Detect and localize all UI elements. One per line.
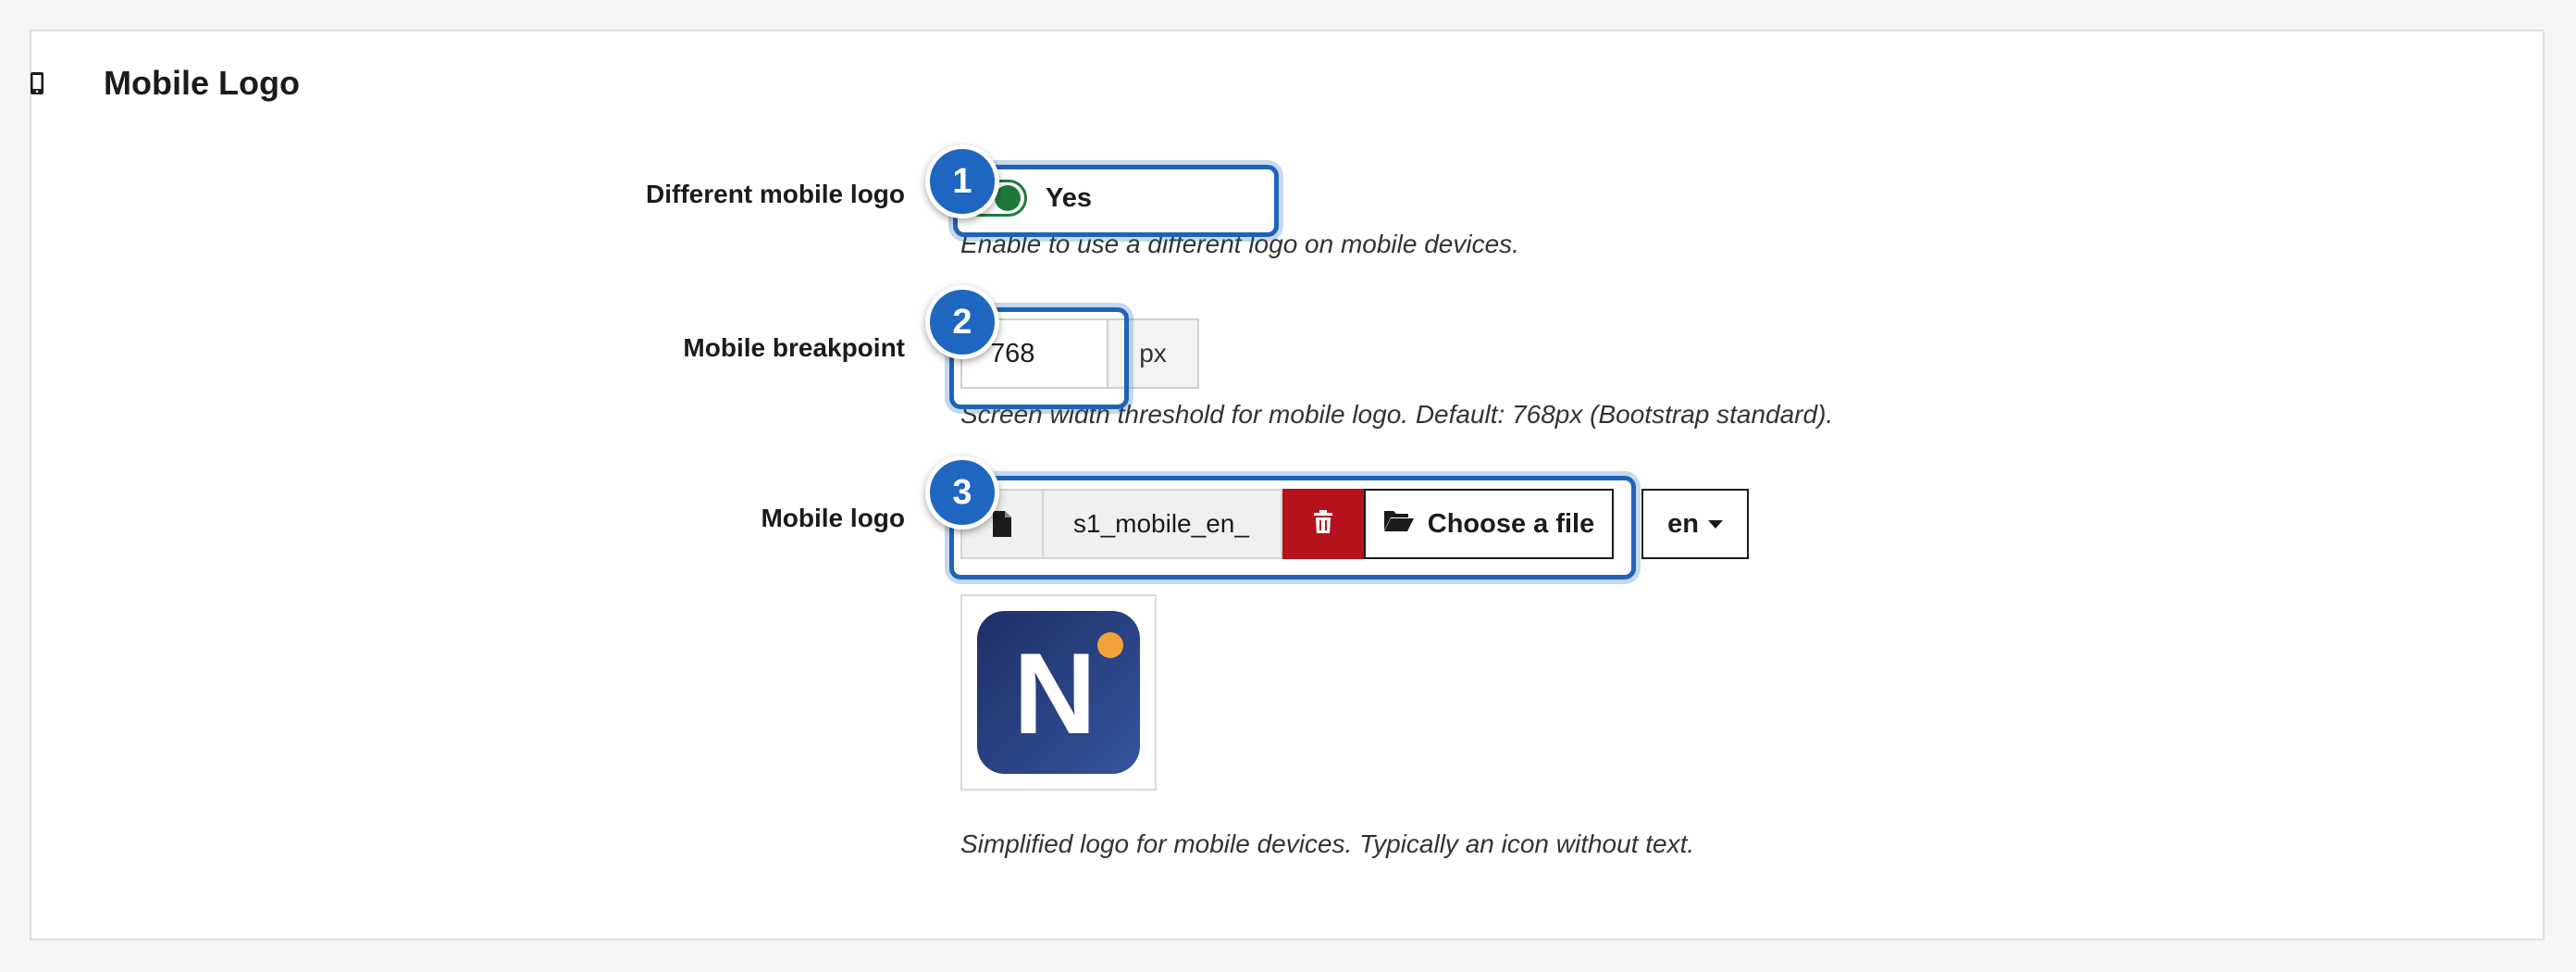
toggle-knob	[995, 185, 1021, 211]
mobile-logo-help: Simplified logo for mobile devices. Typi…	[960, 829, 1695, 858]
mobile-logo-panel	[30, 30, 2545, 941]
trash-icon	[1313, 509, 1333, 539]
mobile-phone-icon	[30, 65, 59, 102]
annotation-badge-1: 1	[925, 144, 999, 218]
breakpoint-unit-addon: px	[1108, 318, 1199, 389]
annotation-badge-2: 2	[925, 285, 999, 359]
section-title: Mobile Logo	[104, 64, 300, 102]
mobile-logo-file-group: s1_mobile_en_ Choose a file	[960, 489, 1614, 559]
folder-open-icon	[1383, 508, 1428, 540]
language-dropdown[interactable]: en	[1641, 489, 1749, 559]
mobile-logo-label: Mobile logo	[761, 504, 905, 532]
logo-dot	[1097, 632, 1123, 658]
choose-file-label: Choose a file	[1427, 508, 1595, 539]
annotation-badge-3: 3	[925, 455, 999, 530]
n-logo-image: N	[977, 611, 1140, 774]
mobile-breakpoint-label: Mobile breakpoint	[683, 333, 905, 362]
delete-file-button[interactable]	[1282, 489, 1364, 559]
different-mobile-logo-label: Different mobile logo	[646, 180, 905, 208]
choose-file-button[interactable]: Choose a file	[1364, 489, 1614, 559]
logo-letter: N	[1013, 630, 1096, 758]
mobile-logo-preview: N	[960, 594, 1157, 791]
toggle-state-text: Yes	[1046, 182, 1092, 213]
file-name-field: s1_mobile_en_	[1044, 489, 1282, 559]
section-header: Mobile Logo	[30, 56, 300, 111]
language-value: en	[1667, 508, 1699, 539]
caret-down-icon	[1707, 519, 1723, 529]
different-mobile-logo-help: Enable to use a different logo on mobile…	[960, 230, 1519, 258]
mobile-breakpoint-help: Screen width threshold for mobile logo. …	[960, 400, 1834, 429]
